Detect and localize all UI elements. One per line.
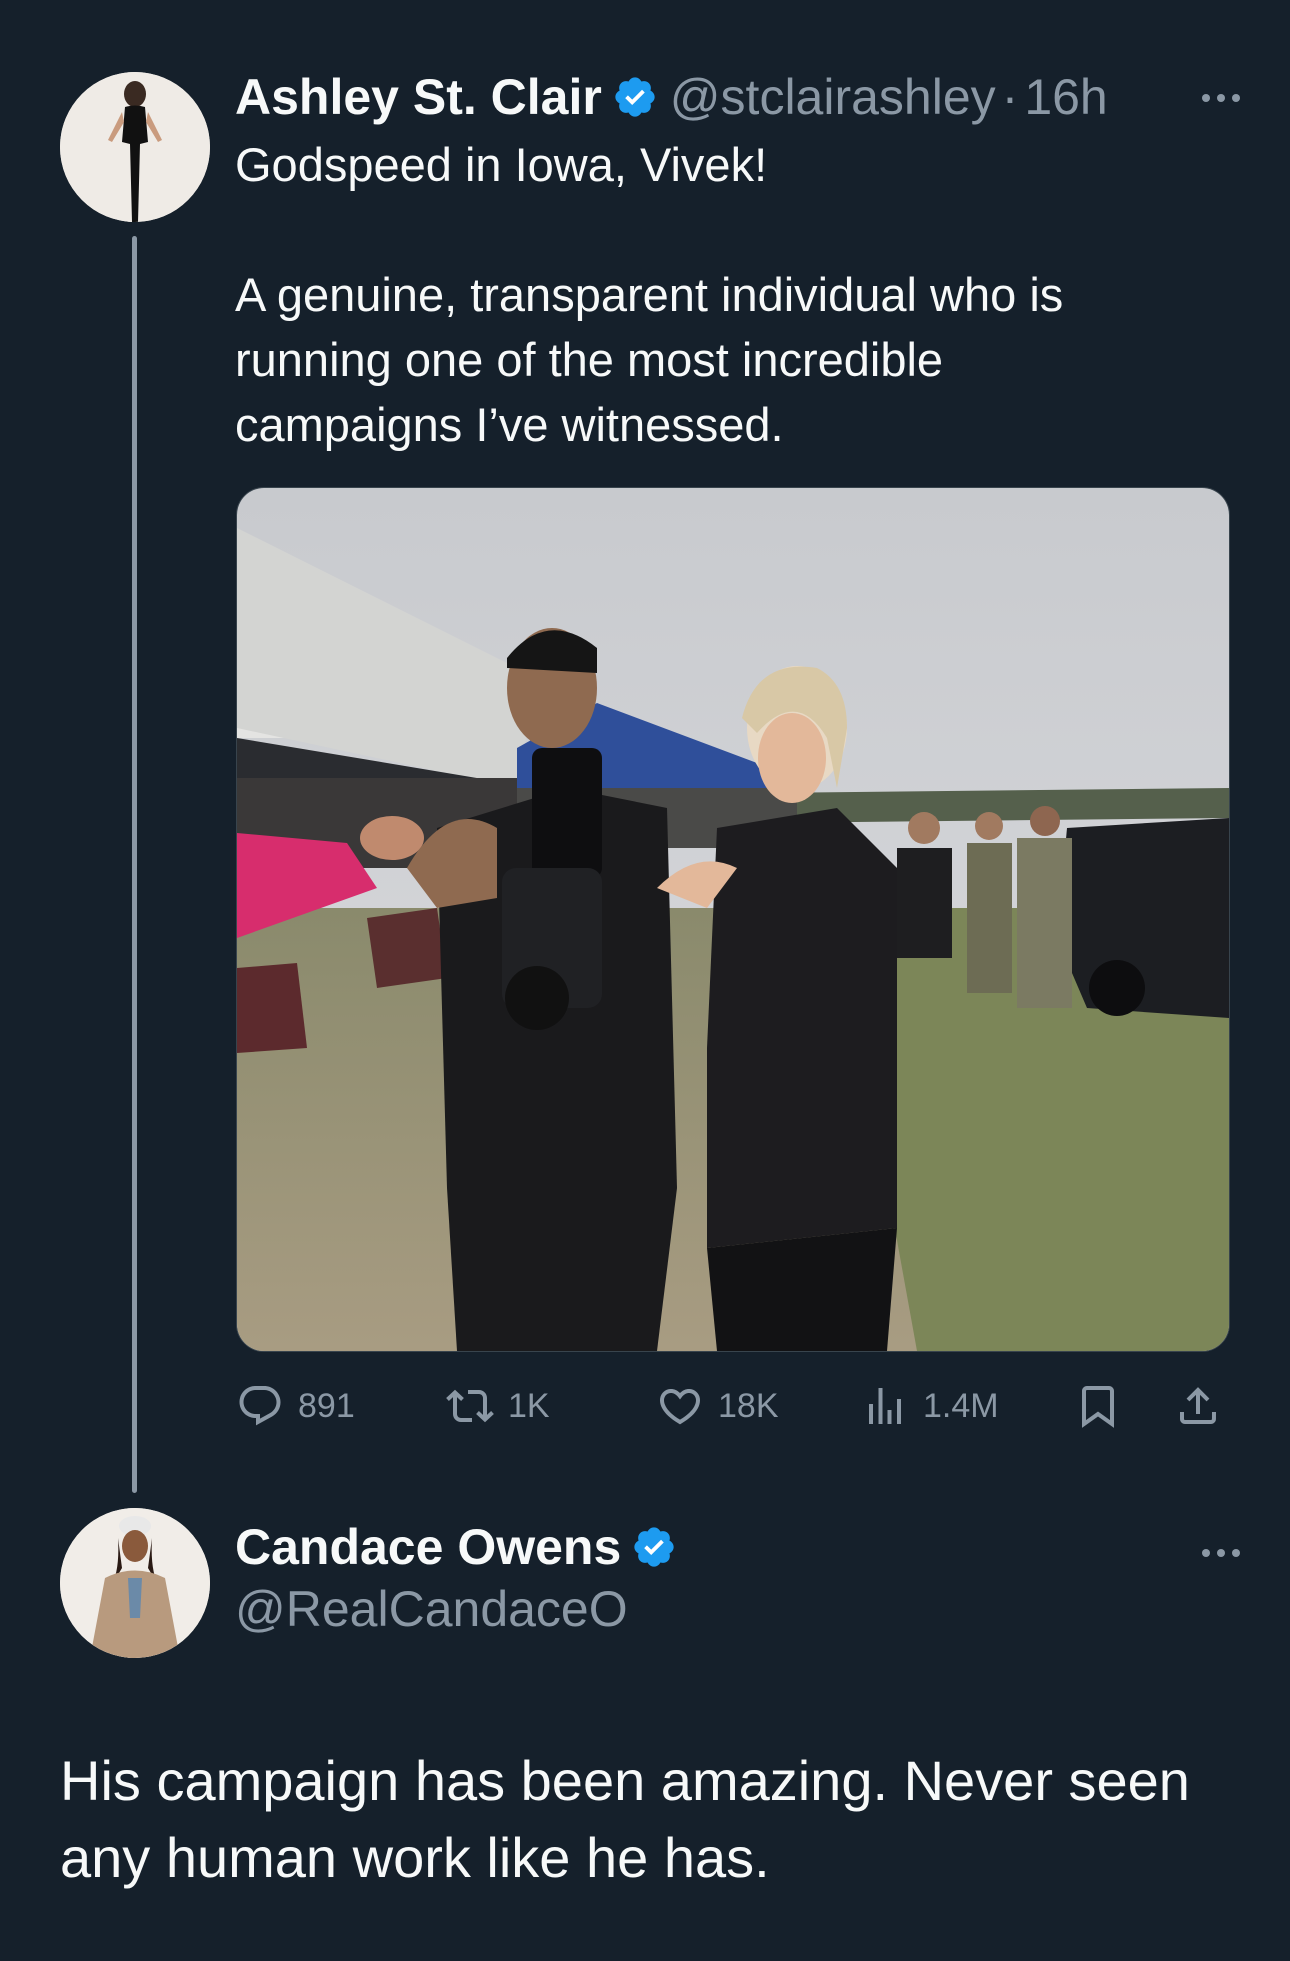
views-icon (869, 1388, 901, 1424)
bookmark-button[interactable] (1074, 1382, 1122, 1430)
tweet-header: Ashley St. Clair @stclairashley · 16h (235, 68, 1108, 126)
reply-count: 891 (298, 1386, 355, 1425)
author-name[interactable]: Ashley St. Clair (235, 68, 602, 126)
tweet-text: Godspeed in Iowa, Vivek! A genuine, tran… (235, 132, 1235, 457)
action-bar: 891 1K 18K 1.4M (236, 1382, 1228, 1432)
tweet-text-line: any human work like he has. (60, 1826, 770, 1889)
tweet-text-line: Godspeed in Iowa, Vivek! (235, 138, 768, 191)
separator-dot: · (1001, 69, 1019, 125)
verified-badge-icon (615, 77, 655, 117)
view-count: 1.4M (923, 1386, 999, 1425)
author-name[interactable]: Candace Owens (235, 1518, 621, 1576)
bookmark-icon (1082, 1386, 1114, 1428)
tweet-ashley: Ashley St. Clair @stclairashley · 16h Go… (0, 0, 1290, 1500)
avatar-candace[interactable] (60, 1508, 210, 1658)
tweet-text-line: His campaign has been amazing. Never see… (60, 1749, 1190, 1812)
tweet-header: Candace Owens (235, 1518, 677, 1576)
like-button[interactable]: 18K (656, 1382, 779, 1430)
handle-line: @RealCandaceO (235, 1580, 628, 1638)
retweet-button[interactable]: 1K (446, 1382, 550, 1430)
author-handle[interactable]: @stclairashley (670, 68, 996, 126)
more-icon[interactable] (1202, 1549, 1240, 1557)
thread-line (132, 236, 137, 1493)
reply-button[interactable]: 891 (236, 1382, 355, 1430)
retweet-icon (446, 1389, 494, 1423)
author-handle[interactable]: @RealCandaceO (235, 1580, 628, 1638)
like-count: 18K (718, 1386, 779, 1425)
tweet-photo[interactable] (236, 487, 1230, 1352)
retweet-count: 1K (508, 1386, 550, 1425)
share-icon (1180, 1387, 1216, 1424)
verified-badge-icon (634, 1527, 674, 1567)
tweet-text-line: campaigns I’ve witnessed. (235, 398, 784, 451)
reply-icon (239, 1386, 281, 1426)
like-icon (659, 1389, 701, 1425)
tweet-text-line: running one of the most incredible (235, 333, 944, 386)
tweet-text: His campaign has been amazing. Never see… (60, 1742, 1240, 1896)
avatar-ashley[interactable] (60, 72, 210, 222)
share-button[interactable] (1174, 1382, 1222, 1430)
tweet-text-line: A genuine, transparent individual who is (235, 268, 1064, 321)
more-icon[interactable] (1202, 94, 1240, 102)
views-button[interactable]: 1.4M (861, 1382, 999, 1430)
timestamp[interactable]: 16h (1024, 68, 1107, 126)
